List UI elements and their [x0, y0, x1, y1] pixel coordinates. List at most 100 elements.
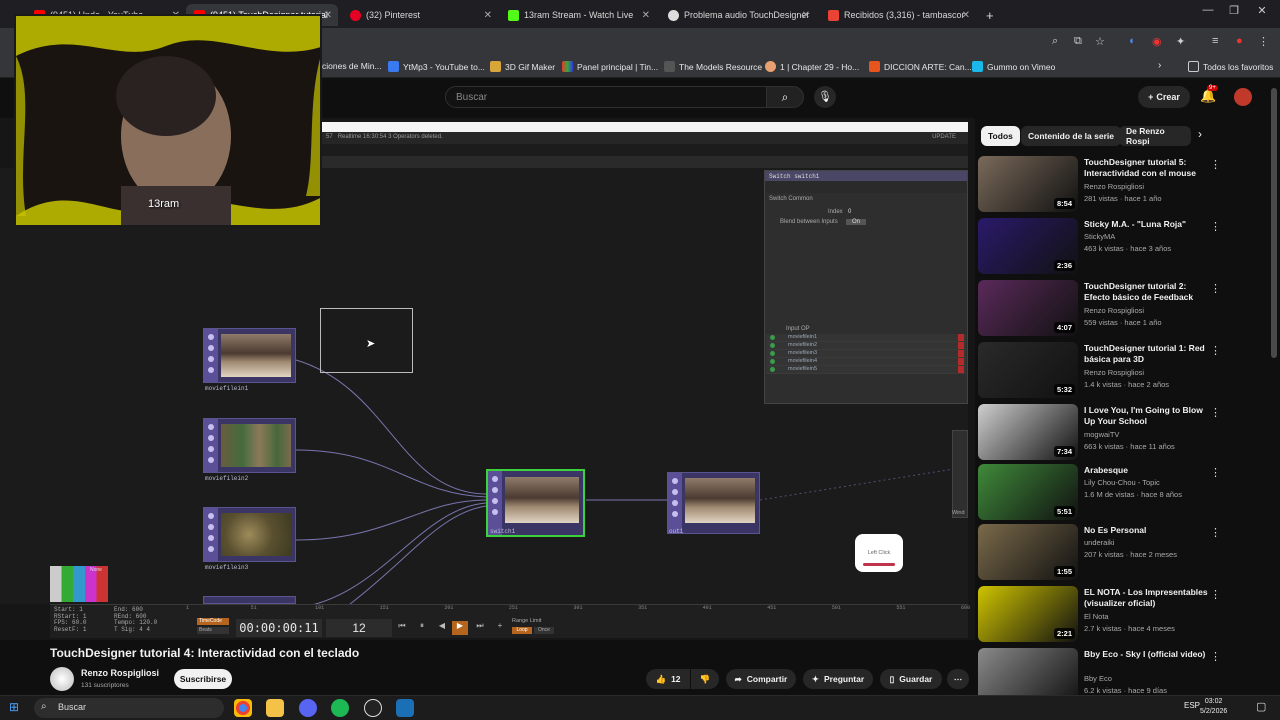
beats-toggle[interactable]: Beats: [197, 627, 229, 634]
install-icon[interactable]: ⧉: [1074, 35, 1082, 48]
video-title[interactable]: No Es Personal: [1084, 525, 1212, 536]
close-icon[interactable]: ✕: [642, 10, 650, 21]
ask-button[interactable]: ✦ Preguntar: [803, 669, 873, 689]
video-title[interactable]: TouchDesigner tutorial 5: Interactividad…: [1084, 157, 1212, 179]
list-item[interactable]: 2:21 EL NOTA - Los Impresentables (visual…: [978, 586, 1278, 646]
video-title[interactable]: TouchDesigner tutorial 1: Red básica par…: [1084, 343, 1212, 365]
list-item[interactable]: 2:36 Sticky M.A. - "Luna Roja" StickyMA 463…: [978, 218, 1278, 278]
video-thumbnail[interactable]: 5:51: [978, 464, 1078, 520]
system-clock[interactable]: 03:02 5/2/2026: [1200, 697, 1227, 717]
bookmark-item[interactable]: 3D Gif Maker: [490, 61, 555, 72]
minimize-icon[interactable]: —: [1196, 4, 1220, 16]
bookmark-item[interactable]: ciones de Min...: [322, 61, 382, 71]
list-item[interactable]: 8:54 TouchDesigner tutorial 5: Interactiv…: [978, 156, 1278, 216]
video-thumbnail[interactable]: 2:21: [978, 586, 1078, 642]
spotify-icon[interactable]: [331, 699, 349, 717]
operator-moviefilein1[interactable]: [203, 328, 296, 383]
video-title[interactable]: Sticky M.A. - "Luna Roja": [1084, 219, 1212, 230]
timeline-ruler[interactable]: 1 51 101 151 201 251 301 351 401 451 501 551 600: [186, 604, 970, 614]
operator-moviefilein4[interactable]: [203, 596, 296, 604]
tab-pinterest[interactable]: (32) Pinterest ✕: [342, 4, 498, 26]
create-button[interactable]: + Crear: [1138, 86, 1190, 108]
step-back-icon[interactable]: ◀: [434, 621, 450, 635]
close-icon[interactable]: ✕: [962, 10, 970, 21]
list-item[interactable]: 7:34 I Love You, I'm Going to Blow Up You…: [978, 404, 1278, 464]
video-thumbnail[interactable]: 4:07: [978, 280, 1078, 336]
steam-icon[interactable]: [396, 699, 414, 717]
index-field[interactable]: 0: [848, 209, 851, 215]
video-thumbnail[interactable]: 5:32: [978, 342, 1078, 398]
play-icon[interactable]: ▶: [452, 621, 468, 635]
like-button[interactable]: 👍 12: [646, 669, 690, 689]
list-item[interactable]: 4:07 TouchDesigner tutorial 2: Efecto bás…: [978, 280, 1278, 340]
dislike-button[interactable]: 👎: [691, 669, 719, 689]
windows-start-icon[interactable]: ⊞: [9, 700, 19, 714]
td-side-palette[interactable]: [952, 430, 968, 518]
taskbar-search[interactable]: Buscar: [34, 698, 224, 718]
operator-moviefilein2[interactable]: [203, 418, 296, 473]
operator-moviefilein3[interactable]: [203, 507, 296, 562]
all-favorites[interactable]: Todos los favoritos: [1188, 61, 1273, 72]
close-icon[interactable]: ✕: [802, 10, 810, 21]
scrollbar[interactable]: [1271, 88, 1277, 358]
loop-toggle[interactable]: Loop: [512, 627, 532, 634]
more-icon[interactable]: ⋮: [1210, 344, 1221, 357]
more-icon[interactable]: ⋮: [1210, 158, 1221, 171]
video-title[interactable]: Bby Eco - Sky I (official video): [1084, 649, 1212, 660]
more-icon[interactable]: ⋮: [1210, 220, 1221, 233]
profile-icon[interactable]: ●: [1236, 35, 1243, 47]
bookmarks-overflow-icon[interactable]: ›: [1158, 60, 1161, 71]
star-icon[interactable]: ☆: [1095, 35, 1105, 48]
list-item[interactable]: moviefilein3: [766, 350, 966, 358]
list-item[interactable]: 5:32 TouchDesigner tutorial 1: Red básica…: [978, 342, 1278, 402]
timecode-toggle[interactable]: TimeCode: [197, 618, 229, 625]
mic-button[interactable]: 🎙: [814, 86, 836, 108]
menu-icon[interactable]: ⋮: [1258, 35, 1269, 48]
language-indicator[interactable]: ESP: [1184, 701, 1200, 710]
list-item[interactable]: moviefilein2: [766, 342, 966, 350]
more-button[interactable]: ⋯: [947, 669, 969, 689]
more-icon[interactable]: ⋮: [1210, 588, 1221, 601]
video-title[interactable]: TouchDesigner tutorial 2: Efecto básico …: [1084, 281, 1212, 303]
timecode-display[interactable]: 00:00:00:11: [236, 619, 322, 637]
list-item[interactable]: moviefilein5: [766, 366, 966, 374]
search-input[interactable]: Buscar: [445, 86, 767, 108]
once-toggle[interactable]: Once: [534, 627, 554, 634]
close-icon[interactable]: ✕: [484, 10, 492, 21]
avatar[interactable]: [1234, 88, 1252, 106]
maximize-icon[interactable]: ❐: [1222, 4, 1246, 17]
bookmark-item[interactable]: DICCION ARTE: Can...: [869, 61, 972, 72]
bookmark-item[interactable]: Gummo on Vimeo: [972, 61, 1055, 72]
more-icon[interactable]: ⋮: [1210, 466, 1221, 479]
save-button[interactable]: ▯ Guardar: [880, 669, 942, 689]
channel-avatar[interactable]: [50, 667, 74, 691]
chrome-icon[interactable]: [234, 699, 252, 717]
file-explorer-icon[interactable]: [266, 699, 284, 717]
discord-icon[interactable]: [299, 699, 317, 717]
pause-icon[interactable]: ⏸: [414, 621, 430, 635]
search-button[interactable]: ⌕: [766, 86, 804, 108]
bookmark-item[interactable]: YtMp3 - YouTube to...: [388, 61, 485, 72]
obs-icon[interactable]: [364, 699, 382, 717]
chip-todos[interactable]: Todos: [981, 126, 1020, 146]
tab-13ram-stream[interactable]: 13ram Stream - Watch Live ✕: [500, 4, 656, 26]
close-icon[interactable]: ✕: [324, 10, 332, 21]
video-thumbnail[interactable]: 8:54: [978, 156, 1078, 212]
operator-out1[interactable]: [667, 472, 760, 534]
param-tabs[interactable]: Switch Common: [765, 195, 967, 205]
chip-serie[interactable]: Contenido de la serie: [1021, 126, 1121, 146]
tab-gmail[interactable]: Recibidos (3,316) - tambascor ✕: [820, 4, 976, 26]
video-thumbnail[interactable]: 2:36: [978, 218, 1078, 274]
skip-back-icon[interactable]: ⏮: [394, 621, 410, 635]
tab-problema-audio[interactable]: Problema audio TouchDesigner ✕: [660, 4, 816, 26]
video-title[interactable]: I Love You, I'm Going to Blow Up Your Sc…: [1084, 405, 1212, 427]
more-icon[interactable]: ⋮: [1210, 650, 1221, 663]
notifications-icon[interactable]: ▢: [1256, 700, 1266, 713]
bookmark-item[interactable]: Panel principal | Tin...: [562, 61, 658, 72]
video-title[interactable]: Arabesque: [1084, 465, 1212, 476]
step-forward-icon[interactable]: ⏭: [472, 621, 488, 635]
new-tab-button[interactable]: +: [978, 4, 998, 26]
more-icon[interactable]: ⋮: [1210, 406, 1221, 419]
list-item[interactable]: moviefilein4: [766, 358, 966, 366]
video-title[interactable]: EL NOTA - Los Impresentables (visualizer…: [1084, 587, 1212, 609]
